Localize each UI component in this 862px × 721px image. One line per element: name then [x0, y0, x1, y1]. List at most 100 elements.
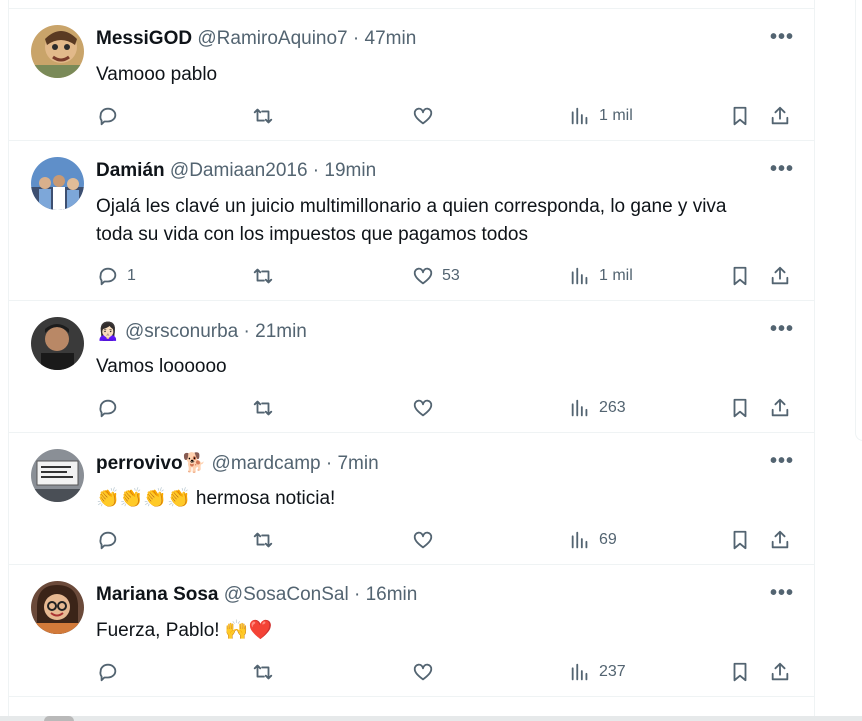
more-options-icon[interactable]: •••	[770, 583, 794, 603]
bookmark-button[interactable]	[729, 660, 751, 684]
display-name[interactable]: Damián	[96, 160, 165, 181]
bookmark-button[interactable]	[729, 528, 751, 552]
timestamp[interactable]: 16min	[366, 584, 418, 605]
reply-icon	[99, 107, 117, 126]
separator: ·	[312, 160, 320, 181]
user-handle[interactable]: @mardcamp	[212, 453, 321, 474]
display-name[interactable]: perrovivo	[96, 453, 183, 474]
timestamp[interactable]: 21min	[255, 321, 307, 342]
like-button[interactable]	[412, 396, 442, 420]
separator: ·	[325, 453, 333, 474]
display-name[interactable]: MessiGOD	[96, 28, 192, 49]
bookmark-button[interactable]	[729, 264, 751, 288]
views-button[interactable]: 69	[569, 528, 617, 552]
tweet-text-line: Ojalá les clavé un juicio multimillonari…	[96, 196, 727, 217]
avatar[interactable]	[31, 449, 84, 502]
share-button[interactable]	[769, 104, 791, 128]
share-icon	[771, 662, 789, 681]
share-button[interactable]	[769, 660, 791, 684]
tweet[interactable]: MessiGOD @RamiroAquino7 · 47min ••• Vamo…	[9, 9, 814, 141]
retweet-button[interactable]	[252, 264, 274, 288]
reply-icon	[99, 663, 117, 682]
share-button[interactable]	[769, 264, 791, 288]
reply-button[interactable]	[97, 660, 127, 684]
retweet-button[interactable]	[252, 528, 274, 552]
avatar[interactable]	[31, 25, 84, 78]
tweet[interactable]: Mariana Sosa @SosaConSal · 16min ••• Fue…	[9, 565, 814, 697]
share-icon	[771, 398, 789, 417]
reply-button[interactable]	[97, 104, 127, 128]
avatar[interactable]	[31, 581, 84, 634]
user-handle[interactable]: @srsconurba	[125, 321, 238, 342]
tweet[interactable]: Damián @Damiaan2016 · 19min ••• Ojalá le…	[9, 141, 814, 301]
bookmark-icon	[733, 398, 747, 418]
views-count: 1 mil	[599, 267, 633, 284]
heart-icon	[413, 399, 433, 417]
tweet[interactable]: 🙍🏻‍♀️ @srsconurba · 21min ••• Vamos looo…	[9, 301, 814, 433]
views-count: 263	[599, 399, 626, 416]
more-options-icon[interactable]: •••	[770, 319, 794, 339]
tweet-text-line: toda su vida con los impuestos que pagam…	[96, 224, 528, 245]
reply-button[interactable]: 1	[97, 264, 136, 288]
heart-icon	[413, 531, 433, 549]
timestamp[interactable]: 47min	[365, 28, 417, 49]
heart-icon	[413, 267, 433, 285]
user-handle[interactable]: @RamiroAquino7	[197, 28, 347, 49]
like-button[interactable]	[412, 104, 442, 128]
views-button[interactable]: 263	[569, 396, 626, 420]
tweet-text: Vamos loooooo	[96, 353, 794, 381]
views-count: 1 mil	[599, 107, 633, 124]
more-options-icon[interactable]: •••	[770, 159, 794, 179]
share-icon	[771, 266, 789, 285]
reply-button[interactable]	[97, 528, 127, 552]
action-bar: 263	[9, 396, 814, 420]
action-bar: 237	[9, 660, 814, 684]
reply-feed: MessiGOD @RamiroAquino7 · 47min ••• Vamo…	[8, 0, 815, 721]
more-options-icon[interactable]: •••	[770, 451, 794, 471]
bookmark-icon	[733, 530, 747, 550]
timestamp[interactable]: 7min	[337, 453, 378, 474]
display-name-emoji[interactable]: 🙍🏻‍♀️	[96, 320, 120, 342]
separator: ·	[243, 321, 250, 342]
views-count: 237	[599, 663, 626, 680]
retweet-icon	[253, 108, 273, 124]
user-handle[interactable]: @SosaConSal	[224, 584, 349, 605]
separator: ·	[353, 584, 361, 605]
tweet-text: 👏👏👏👏 hermosa noticia!	[96, 485, 794, 513]
like-button[interactable]	[412, 528, 442, 552]
tweet-text: Fuerza, Pablo! 🙌❤️	[96, 617, 794, 645]
bookmark-icon	[733, 266, 747, 286]
views-button[interactable]: 1 mil	[569, 264, 633, 288]
share-button[interactable]	[769, 528, 791, 552]
heart-icon	[413, 107, 433, 125]
views-chart-icon	[571, 663, 588, 681]
views-button[interactable]: 237	[569, 660, 626, 684]
views-count: 69	[599, 531, 617, 548]
tweet-header: Damián @Damiaan2016 · 19min	[96, 159, 754, 183]
tweet-text-line: Vamos loooooo	[96, 356, 227, 377]
user-handle[interactable]: @Damiaan2016	[170, 160, 308, 181]
tweet-header: MessiGOD @RamiroAquino7 · 47min	[96, 27, 754, 51]
retweet-button[interactable]	[252, 104, 274, 128]
share-button[interactable]	[769, 396, 791, 420]
bookmark-button[interactable]	[729, 396, 751, 420]
more-options-icon[interactable]: •••	[770, 27, 794, 47]
previous-tweet-edge	[9, 0, 814, 9]
separator: ·	[352, 28, 360, 49]
avatar[interactable]	[31, 317, 84, 370]
action-bar: 1 53 1 mil	[9, 264, 814, 288]
retweet-button[interactable]	[252, 396, 274, 420]
action-bar: 1 mil	[9, 104, 814, 128]
avatar[interactable]	[31, 157, 84, 210]
like-button[interactable]: 53	[412, 264, 460, 288]
tweet-text: Ojalá les clavé un juicio multimillonari…	[96, 193, 794, 249]
reply-button[interactable]	[97, 396, 127, 420]
reply-count: 1	[127, 267, 136, 284]
tweet[interactable]: perrovivo🐕 @mardcamp · 7min ••• 👏👏👏👏 her…	[9, 433, 814, 565]
bookmark-button[interactable]	[729, 104, 751, 128]
timestamp[interactable]: 19min	[324, 160, 376, 181]
like-button[interactable]	[412, 660, 442, 684]
views-button[interactable]: 1 mil	[569, 104, 633, 128]
retweet-button[interactable]	[252, 660, 274, 684]
display-name[interactable]: Mariana Sosa	[96, 584, 219, 605]
